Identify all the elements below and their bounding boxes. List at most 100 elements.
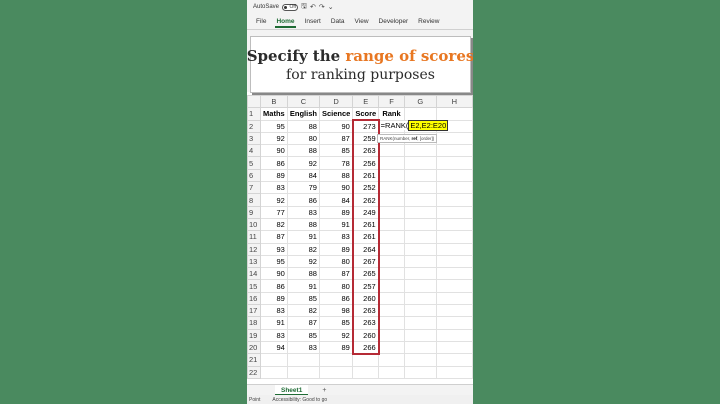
cell-c14[interactable]: 88: [286, 267, 320, 281]
cell-d13[interactable]: 80: [318, 254, 354, 269]
cell-b21[interactable]: [259, 353, 288, 367]
cell-h21[interactable]: [435, 353, 473, 367]
cell-d14[interactable]: 87: [318, 267, 354, 281]
cell-f7[interactable]: [378, 181, 405, 195]
cell-e11[interactable]: 261: [351, 230, 380, 244]
cell-f20[interactable]: [378, 340, 405, 355]
cell-b18[interactable]: 91: [259, 316, 288, 330]
undo-icon[interactable]: ↶: [310, 3, 316, 11]
formula-input[interactable]: =RANK(E2,E2:E20: [380, 119, 449, 131]
cell-h15[interactable]: [435, 279, 473, 293]
cell-f11[interactable]: [378, 230, 405, 244]
cell-c15[interactable]: 91: [286, 279, 320, 293]
cell-g13[interactable]: [403, 254, 437, 269]
cell-g9[interactable]: [403, 205, 437, 219]
cell-c10[interactable]: 88: [286, 217, 320, 232]
cell-e8[interactable]: 262: [351, 193, 380, 207]
cell-e19[interactable]: 260: [351, 328, 380, 342]
cell-d21[interactable]: [318, 353, 354, 367]
cell-b17[interactable]: 83: [259, 304, 288, 318]
cell-h9[interactable]: [435, 205, 473, 219]
cell-e12[interactable]: 264: [351, 242, 380, 256]
cell-g19[interactable]: [403, 328, 437, 342]
row-header[interactable]: 17: [247, 304, 261, 318]
row-header[interactable]: 21: [247, 353, 261, 367]
cell-g4[interactable]: [403, 144, 437, 158]
cell-e15[interactable]: 257: [351, 279, 380, 293]
cell-g22[interactable]: [403, 365, 437, 379]
cell-g7[interactable]: [403, 181, 437, 195]
cell-f16[interactable]: [378, 291, 405, 306]
cell-e21[interactable]: [352, 353, 380, 367]
cell-h3[interactable]: [435, 131, 473, 146]
cell-d11[interactable]: 83: [318, 230, 354, 244]
cell-d17[interactable]: 98: [318, 304, 354, 318]
cell-c11[interactable]: 91: [286, 230, 320, 244]
cell-h6[interactable]: [435, 168, 473, 183]
cell-h18[interactable]: [435, 316, 473, 330]
cell-f15[interactable]: [378, 279, 405, 293]
tab-developer[interactable]: Developer: [374, 18, 414, 29]
cell-d6[interactable]: 88: [318, 168, 354, 183]
cell-c4[interactable]: 88: [286, 144, 320, 158]
cell-f19[interactable]: [378, 328, 405, 342]
cell-c17[interactable]: 82: [286, 304, 320, 318]
cell-f1[interactable]: Rank: [378, 107, 405, 121]
cell-b9[interactable]: 77: [259, 205, 288, 219]
tab-review[interactable]: Review: [413, 18, 444, 29]
tab-file[interactable]: File: [251, 18, 271, 29]
tab-view[interactable]: View: [350, 18, 374, 29]
cell-h20[interactable]: [435, 340, 473, 355]
cell-d1[interactable]: Science: [318, 107, 354, 121]
cell-f10[interactable]: [378, 217, 405, 232]
cell-b22[interactable]: [259, 365, 288, 379]
cell-h16[interactable]: [435, 291, 473, 306]
cell-b3[interactable]: 92: [259, 131, 288, 146]
cell-e10[interactable]: 261: [351, 217, 380, 232]
cell-g21[interactable]: [403, 353, 437, 367]
row-header[interactable]: 10: [247, 217, 261, 232]
cell-f8[interactable]: [378, 193, 405, 207]
cell-c22[interactable]: [286, 365, 320, 379]
cell-f12[interactable]: [378, 242, 405, 256]
row-header[interactable]: 19: [247, 328, 261, 342]
cell-g15[interactable]: [403, 279, 437, 293]
cell-b15[interactable]: 86: [259, 279, 288, 293]
cell-c20[interactable]: 83: [286, 340, 320, 355]
save-icon[interactable]: 🖫: [301, 2, 307, 13]
row-header[interactable]: 13: [247, 254, 261, 269]
cell-d20[interactable]: 89: [318, 340, 354, 355]
row-header[interactable]: 14: [247, 267, 261, 281]
cell-e22[interactable]: [352, 365, 380, 379]
tab-home[interactable]: Home: [271, 18, 299, 29]
cell-e3[interactable]: 259: [351, 131, 380, 146]
add-sheet-icon[interactable]: +: [322, 387, 326, 394]
cell-f17[interactable]: [378, 304, 405, 318]
tab-data[interactable]: Data: [326, 18, 350, 29]
cell-h22[interactable]: [435, 365, 473, 379]
cell-d5[interactable]: 78: [318, 156, 354, 170]
cell-g14[interactable]: [403, 267, 437, 281]
cell-b10[interactable]: 82: [259, 217, 288, 232]
cell-d18[interactable]: 85: [318, 316, 354, 330]
tab-insert[interactable]: Insert: [300, 18, 326, 29]
row-header[interactable]: 6: [247, 168, 261, 183]
cell-d7[interactable]: 90: [318, 181, 354, 195]
cell-h8[interactable]: [435, 193, 473, 207]
row-header[interactable]: 7: [247, 181, 261, 195]
cell-c5[interactable]: 92: [286, 156, 320, 170]
cell-e17[interactable]: 263: [351, 304, 380, 318]
autosave-toggle[interactable]: Off: [282, 3, 299, 11]
cell-e20[interactable]: 266: [351, 340, 380, 355]
cell-e7[interactable]: 252: [351, 181, 380, 195]
cell-h11[interactable]: [435, 230, 473, 244]
cell-d19[interactable]: 92: [318, 328, 354, 342]
cell-g5[interactable]: [403, 156, 437, 170]
cell-h1[interactable]: [435, 107, 473, 121]
cell-d8[interactable]: 84: [318, 193, 354, 207]
cell-h13[interactable]: [435, 254, 473, 269]
cell-c7[interactable]: 79: [286, 181, 320, 195]
cell-h7[interactable]: [435, 181, 473, 195]
cell-f21[interactable]: [378, 353, 405, 367]
cell-c9[interactable]: 83: [286, 205, 320, 219]
